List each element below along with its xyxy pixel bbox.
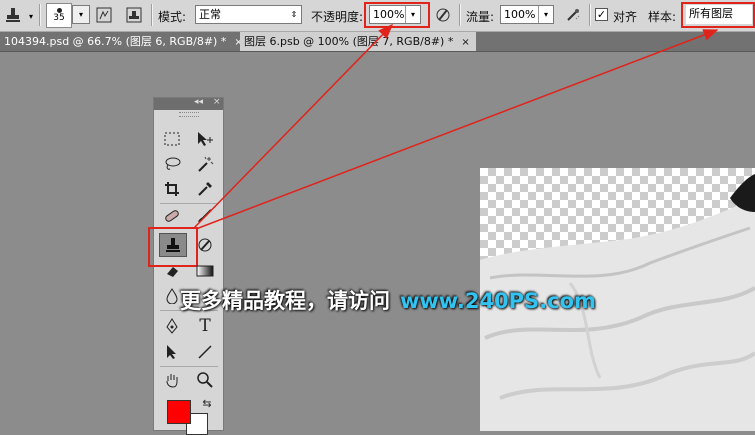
rectangular-marquee-icon[interactable]: [160, 129, 184, 149]
path-selection-icon[interactable]: [160, 342, 184, 362]
mode-select[interactable]: 正常 ⇕: [195, 5, 302, 24]
tools-panel-header[interactable]: ◂◂ ×: [154, 97, 223, 110]
spot-healing-icon[interactable]: [160, 206, 184, 226]
brush-size: 35: [53, 13, 65, 23]
tool-separator: [160, 366, 218, 367]
move-tool-icon[interactable]: [193, 129, 217, 149]
hand-tool-icon[interactable]: [160, 370, 184, 390]
sample-highlight-box: [681, 2, 755, 28]
tab-label: 104394.psd @ 66.7% (图层 6, RGB/8#) *: [4, 35, 227, 48]
crop-icon[interactable]: [160, 179, 184, 199]
zoom-tool-icon[interactable]: [193, 370, 217, 390]
watermark: 更多精品教程，请访问 www.240PS.com: [180, 285, 596, 315]
tools-panel: ◂◂ × T ⇆: [148, 97, 224, 435]
type-tool-icon[interactable]: T: [193, 316, 217, 336]
pen-icon[interactable]: [160, 316, 184, 336]
align-label: 对齐: [613, 10, 638, 24]
brush-picker-dropdown[interactable]: ▾: [72, 5, 90, 24]
options-bar: ▾ 35 ▾ 模式: 正常 ⇕ 不透明度: 100% ▾ 流量: 100% ▾ …: [0, 0, 755, 32]
tool-preset-dropdown[interactable]: ▾: [26, 8, 36, 21]
eyedropper-icon[interactable]: [193, 179, 217, 199]
brush-tool-icon[interactable]: [193, 206, 217, 226]
sample-label: 样本:: [648, 10, 677, 24]
collapse-icon[interactable]: ◂◂: [194, 97, 203, 107]
tab-label: 图层 6.psb @ 100% (图层 7, RGB/8#) *: [244, 35, 454, 48]
opacity-label: 不透明度:: [311, 10, 364, 24]
tab-layer6[interactable]: 图层 6.psb @ 100% (图层 7, RGB/8#) * ×: [240, 32, 476, 51]
brush-picker[interactable]: 35: [46, 3, 72, 28]
swap-colors-icon[interactable]: ⇆: [195, 393, 219, 413]
flow-label: 流量:: [466, 10, 495, 24]
clone-source-panel-icon[interactable]: [124, 5, 144, 25]
opacity-highlight-box: [364, 2, 430, 28]
tool-separator: [160, 203, 218, 204]
align-checkbox[interactable]: ✓: [595, 8, 608, 21]
watermark-text: 更多精品教程，请访问: [180, 289, 390, 313]
eraser-icon[interactable]: [160, 261, 184, 281]
foreground-color-swatch[interactable]: [167, 400, 191, 424]
mode-value: 正常: [199, 8, 221, 21]
flow-input[interactable]: 100% ▾: [500, 5, 554, 24]
gradient-icon[interactable]: [193, 261, 217, 281]
document-tab-bar: 104394.psd @ 66.7% (图层 6, RGB/8#) * × 图层 …: [0, 32, 755, 52]
magic-wand-icon[interactable]: [193, 154, 217, 174]
pressure-opacity-icon[interactable]: [433, 5, 453, 25]
lasso-icon[interactable]: [160, 154, 184, 174]
panel-grip[interactable]: [178, 112, 199, 117]
brush-panel-toggle-icon[interactable]: [94, 5, 114, 25]
mode-arrow-icon: ⇕: [290, 10, 298, 19]
close-icon[interactable]: ×: [213, 97, 221, 107]
flow-dropdown-icon[interactable]: ▾: [538, 6, 553, 23]
flow-value: 100%: [504, 8, 536, 21]
line-tool-icon[interactable]: [193, 342, 217, 362]
watermark-url: www.240PS.com: [400, 289, 596, 313]
mode-label: 模式:: [158, 10, 187, 24]
clone-stamp-tool-icon[interactable]: [2, 4, 24, 26]
tab-104394[interactable]: 104394.psd @ 66.7% (图层 6, RGB/8#) * ×: [0, 32, 243, 51]
airbrush-icon[interactable]: [563, 5, 583, 25]
tab-close-icon[interactable]: ×: [461, 37, 469, 48]
